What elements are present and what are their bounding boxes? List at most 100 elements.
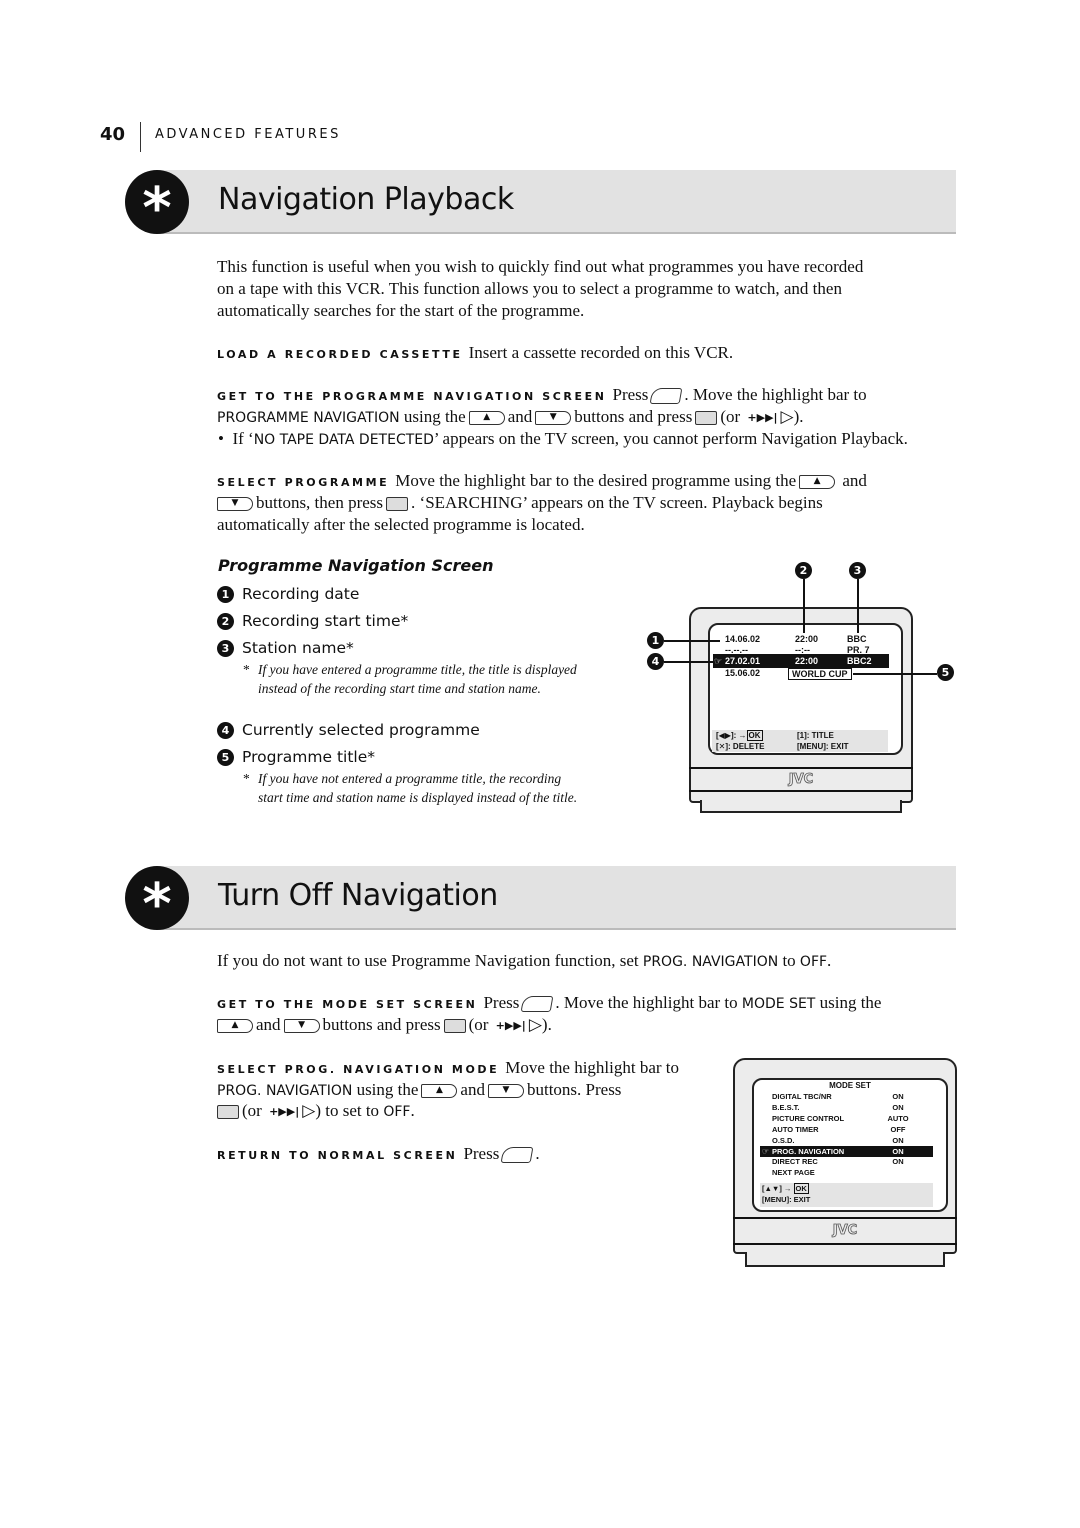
- subheading: Programme Navigation Screen: [218, 556, 494, 575]
- step-label: RETURN TO NORMAL SCREEN: [217, 1149, 458, 1162]
- tv-band-line: [689, 790, 913, 792]
- osd-date: 27.02.01: [725, 656, 761, 666]
- step-text: and: [460, 1080, 485, 1099]
- ok-button-icon: [443, 1019, 466, 1034]
- step-get-mode-set: GET TO THE MODE SET SCREEN Press . Move th…: [217, 992, 881, 1016]
- menu-button-icon: [649, 388, 683, 405]
- ok-icon: OK: [746, 730, 763, 741]
- menu-key: PROG. NAVIGATION: [642, 954, 779, 970]
- callout-5: 5: [937, 664, 954, 681]
- step-text: . Move the highlight bar to: [555, 993, 738, 1012]
- value-key: OFF: [383, 1104, 411, 1120]
- mode-set-value: OFF: [890, 1124, 906, 1134]
- legend-item: 3 Station name*: [217, 639, 354, 657]
- footnote: * If you have not entered a programme tit…: [243, 770, 588, 807]
- step-select-mode-3: (or +▶▶| ▷) to set to OFF.: [217, 1100, 415, 1124]
- note-text: ’ appears on the TV screen, you cannot p…: [433, 429, 908, 448]
- osd-station: BBC2: [847, 656, 872, 666]
- play-button-icon: +▶▶|: [495, 1015, 526, 1038]
- menu-key: PROG. NAVIGATION: [217, 1083, 353, 1099]
- osd-station: PR. 7: [847, 645, 870, 655]
- callout-line: [664, 661, 714, 663]
- mode-set-value: ON: [892, 1146, 904, 1156]
- legend-text: Currently selected programme: [242, 721, 480, 739]
- callout-line: [857, 579, 859, 633]
- tv-stand: [745, 1252, 945, 1267]
- step-text: Move the highlight bar to: [505, 1058, 680, 1077]
- ok-button-icon: [695, 411, 718, 426]
- value-key: OFF: [799, 954, 828, 970]
- osd-time: 22:00: [795, 634, 819, 644]
- intro-line: on a tape with this VCR. This function a…: [217, 279, 842, 298]
- mode-set-value: ON: [892, 1157, 904, 1167]
- mode-set-item: DIGITAL TBC/NR: [772, 1092, 832, 1101]
- legend-item: 5 Programme title*: [217, 748, 375, 766]
- play-button-icon: +▶▶|: [747, 407, 778, 430]
- callout-2: 2: [795, 562, 812, 579]
- osd-help-text: [▲▼] →: [762, 1184, 792, 1193]
- step-text: ) to set to: [315, 1101, 380, 1120]
- step-label: SELECT PROGRAMME: [217, 476, 390, 489]
- pointer-icon: ☞: [714, 656, 723, 666]
- step-get-nav-screen: GET TO THE PROGRAMME NAVIGATION SCREEN Pr…: [217, 384, 867, 408]
- ok-button-icon: [217, 1105, 239, 1120]
- message-key: NO TAPE DATA DETECTED: [253, 432, 434, 448]
- step-text: ).: [793, 407, 804, 426]
- step-text: (or: [242, 1101, 262, 1120]
- footnote-text: If you have not entered a programme titl…: [258, 771, 578, 805]
- step-text: Press: [463, 1144, 500, 1163]
- asterisk: *: [243, 662, 250, 677]
- section-title: Navigation Playback: [218, 182, 514, 217]
- section-label: ADVANCED FEATURES: [155, 127, 341, 142]
- mode-set-value: ON: [892, 1135, 904, 1145]
- osd-date: --.--.--: [725, 645, 748, 655]
- tv-stand: [700, 800, 902, 813]
- osd-help-text: [MENU]: EXIT: [797, 742, 849, 751]
- legend-text: Station name*: [242, 639, 354, 657]
- down-button-icon: ▼: [487, 1084, 524, 1099]
- step-get-mode-set-2: ▲ and ▼ buttons and press (or +▶▶| ▷).: [217, 1014, 552, 1038]
- mode-set-item: O.S.D.: [772, 1135, 795, 1145]
- callout-line: [803, 579, 805, 633]
- step-text: using the: [403, 407, 466, 426]
- menu-key: PROGRAMME NAVIGATION: [217, 410, 400, 426]
- osd-help-text: [◀▶]: →: [716, 731, 747, 740]
- step-select-programme: SELECT PROGRAMME Move the highlight bar t…: [217, 470, 867, 494]
- step-text: using the: [819, 993, 882, 1012]
- mode-set-item: AUTO TIMER: [772, 1124, 819, 1134]
- osd-title: MODE SET: [829, 1081, 871, 1090]
- asterisk: *: [243, 771, 250, 786]
- number-badge: 5: [217, 749, 234, 766]
- number-badge: 3: [217, 640, 234, 657]
- callout-line: [664, 640, 720, 642]
- osd-date: 15.06.02: [725, 668, 761, 678]
- section-title: Turn Off Navigation: [218, 878, 498, 913]
- step-text: using the: [356, 1080, 419, 1099]
- step-text: and: [842, 471, 867, 490]
- up-button-icon: ▲: [421, 1084, 458, 1099]
- bullet-note: • If ‘NO TAPE DATA DETECTED’ appears on …: [218, 428, 908, 451]
- step-text: Insert a cassette recorded on this VCR.: [468, 343, 734, 362]
- mode-set-item: NEXT PAGE: [772, 1168, 815, 1178]
- step-text: automatically after the selected program…: [217, 515, 585, 534]
- number-badge: 1: [217, 586, 234, 603]
- jvc-logo: JVC: [788, 772, 814, 788]
- step-label: GET TO THE PROGRAMME NAVIGATION SCREEN: [217, 390, 607, 403]
- step-select-mode: SELECT PROG. NAVIGATION MODE Move the hig…: [217, 1057, 679, 1081]
- osd-date: 14.06.02: [725, 634, 761, 644]
- ok-icon: OK: [793, 1183, 809, 1194]
- step-text: buttons and press: [574, 407, 693, 426]
- osd-help-text: [✕]: DELETE: [716, 742, 765, 751]
- mode-set-value: ON: [892, 1092, 904, 1101]
- footnote-text: If you have entered a programme title, t…: [258, 662, 577, 696]
- step-return: RETURN TO NORMAL SCREEN Press.: [217, 1143, 540, 1167]
- down-button-icon: ▼: [217, 497, 253, 512]
- step-text: buttons and press: [322, 1015, 441, 1034]
- osd-help-text: [1]: TITLE: [797, 731, 834, 740]
- step-label: GET TO THE MODE SET SCREEN: [217, 998, 478, 1011]
- down-button-icon: ▼: [283, 1019, 320, 1034]
- divider: [140, 122, 141, 152]
- up-button-icon: ▲: [217, 1019, 253, 1034]
- intro-line: If you do not want to use Programme Navi…: [217, 950, 831, 973]
- note-text: If ‘: [232, 429, 254, 448]
